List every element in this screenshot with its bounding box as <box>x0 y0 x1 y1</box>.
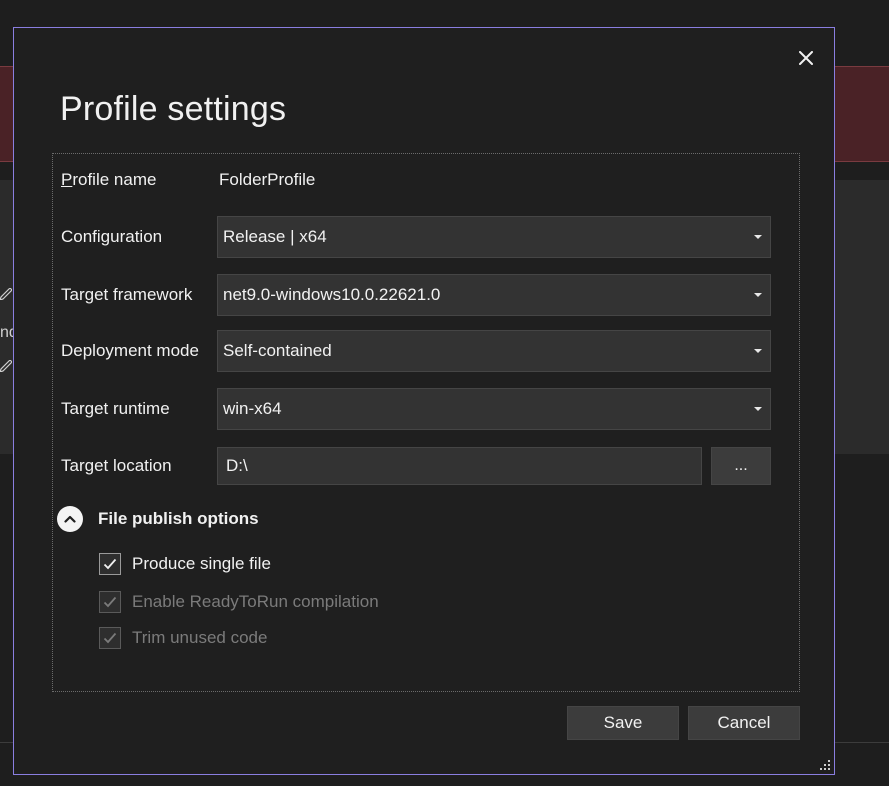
ready-to-run-checkbox <box>99 591 121 613</box>
configuration-value: Release | x64 <box>223 227 327 246</box>
target-runtime-value: win-x64 <box>223 399 282 418</box>
profile-settings-dialog: Profile settings Profile name FolderProf… <box>13 27 835 775</box>
ready-to-run-label: Enable ReadyToRun compilation <box>132 592 379 611</box>
target-framework-label: Target framework <box>61 285 193 304</box>
target-framework-row: Target framework net9.0-windows10.0.2262… <box>53 274 799 316</box>
pencil-icon <box>0 360 12 372</box>
section-title: File publish options <box>98 509 259 528</box>
chevron-down-icon <box>754 235 762 239</box>
checkmark-icon <box>103 596 117 608</box>
ready-to-run-option: Enable ReadyToRun compilation <box>99 590 379 614</box>
browse-button[interactable]: ... <box>711 447 771 485</box>
target-location-label: Target location <box>61 456 172 475</box>
profile-name-label: Profile name <box>61 170 157 189</box>
profile-name-row: Profile name FolderProfile <box>53 159 799 201</box>
chevron-down-icon <box>754 349 762 353</box>
close-icon <box>799 51 813 65</box>
produce-single-file-option: Produce single file <box>99 552 271 576</box>
trim-unused-code-option: Trim unused code <box>99 626 267 650</box>
target-location-input[interactable]: D:\ <box>217 447 702 485</box>
target-location-row: Target location D:\ ... <box>53 447 799 485</box>
configuration-dropdown[interactable]: Release | x64 <box>217 216 771 258</box>
chevron-down-icon <box>754 293 762 297</box>
cancel-button[interactable]: Cancel <box>688 706 800 740</box>
deployment-mode-dropdown[interactable]: Self-contained <box>217 330 771 372</box>
profile-name-value: FolderProfile <box>219 170 316 189</box>
trim-unused-code-checkbox <box>99 627 121 649</box>
target-runtime-label: Target runtime <box>61 399 170 418</box>
chevron-down-icon <box>754 407 762 411</box>
resize-grip-icon[interactable] <box>818 758 832 772</box>
produce-single-file-checkbox[interactable] <box>99 553 121 575</box>
checkmark-icon <box>103 632 117 644</box>
dialog-title: Profile settings <box>60 90 287 128</box>
trim-unused-code-label: Trim unused code <box>132 628 268 647</box>
checkmark-icon <box>103 558 117 570</box>
pencil-icon <box>0 288 12 300</box>
collapse-section-button[interactable] <box>57 506 83 532</box>
configuration-label: Configuration <box>61 227 163 246</box>
chevron-up-icon <box>64 515 76 523</box>
deployment-mode-row: Deployment mode Self-contained <box>53 330 799 372</box>
save-button[interactable]: Save <box>567 706 679 740</box>
target-framework-value: net9.0-windows10.0.22621.0 <box>223 285 441 304</box>
target-framework-dropdown[interactable]: net9.0-windows10.0.22621.0 <box>217 274 771 316</box>
settings-panel: Profile name FolderProfile Configuration… <box>52 153 800 692</box>
target-runtime-dropdown[interactable]: win-x64 <box>217 388 771 430</box>
deployment-mode-label: Deployment mode <box>61 341 199 360</box>
deployment-mode-value: Self-contained <box>223 341 332 360</box>
produce-single-file-label: Produce single file <box>132 554 271 573</box>
target-runtime-row: Target runtime win-x64 <box>53 388 799 430</box>
close-button[interactable] <box>794 46 818 70</box>
configuration-row: Configuration Release | x64 <box>53 216 799 258</box>
